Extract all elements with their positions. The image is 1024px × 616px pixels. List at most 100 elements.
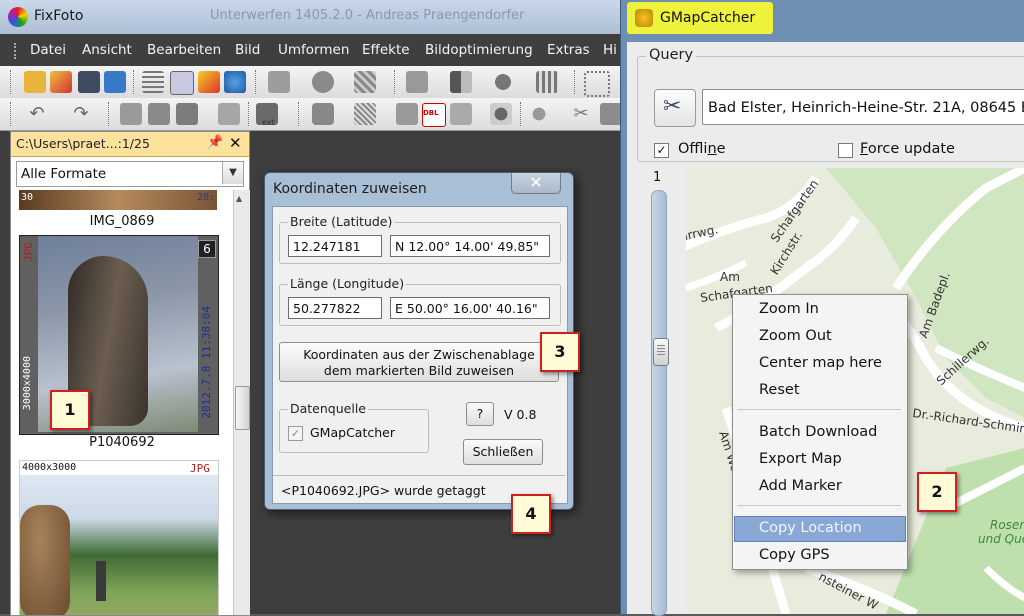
lasso-icon[interactable] [312,71,334,93]
thumbnail-caption: IMG_0869 [89,214,155,229]
thumbnail-list: 30 20: IMG_0869 JPG 3000x4000 6 2012.7.8… [11,190,233,615]
resize-icon[interactable] [198,71,220,93]
menu-bearbeiten[interactable]: Bearbeiten [147,42,221,58]
dither-icon[interactable] [354,103,376,125]
toolbar-separator [574,70,577,94]
menu-batch-download[interactable]: Batch Download [759,424,877,440]
menu-datei[interactable]: Datei [30,42,66,58]
menu-bild[interactable]: Bild [235,42,260,58]
split-icon[interactable] [450,71,472,93]
menu-zoom-in[interactable]: Zoom In [759,301,819,317]
menu-effekte[interactable]: Effekte [362,42,410,58]
more-icon[interactable] [600,103,622,125]
close-dialog-button[interactable]: Schließen [463,439,543,465]
zoom-slider[interactable] [651,190,667,616]
pin-icon[interactable]: 📌 [207,135,223,150]
force-update-checkbox[interactable] [838,143,853,158]
offline-label: Offline [678,141,726,157]
toolbar-separator [248,102,251,126]
menu-separator [737,409,901,410]
close-icon[interactable]: ✕ [229,134,242,152]
menu-center-map[interactable]: Center map here [759,355,882,371]
chevron-down-icon[interactable]: ▼ [222,162,243,184]
offline-checkbox[interactable]: ✓ [654,143,669,158]
frame-icon[interactable] [584,71,610,97]
undo-icon[interactable]: ↶ [26,103,48,125]
toolbar-row-2: ↶ ↷ ext DBL ✂ [0,98,626,131]
grid-icon[interactable] [536,71,558,93]
record-icon[interactable] [490,103,512,125]
latitude-decimal-field[interactable]: 12.247181 [288,235,382,257]
merge-icon[interactable] [396,103,418,125]
street-label: und Que [978,532,1024,546]
tools-button[interactable]: ✂ [654,89,696,127]
list-icon[interactable] [142,71,164,93]
zoom-slider-handle[interactable] [653,338,669,366]
panel-header: C:\Users\praet...:1/25 📌 ✕ [11,132,249,157]
dbl-icon[interactable]: DBL [422,103,446,127]
format-filter-select[interactable]: Alle Formate ▼ [16,161,244,187]
open-folder-icon[interactable] [24,71,46,93]
longitude-decimal-field[interactable]: 50.277822 [288,297,382,319]
thumb-date-label: 2012.7.8 11:38:04 [200,306,213,419]
save-icon[interactable] [78,71,100,93]
pages-icon[interactable] [218,103,240,125]
circle-icon[interactable] [492,71,514,93]
gmapcatcher-checkbox[interactable]: ✓ [288,426,303,441]
assign-from-clipboard-button[interactable]: Koordinaten aus der Zwischenablage dem m… [279,342,559,382]
fixfoto-title-extra: Unterwerfen 1405.2.0 - Andreas Praengend… [210,8,525,23]
help-button[interactable]: ? [466,402,494,426]
copy-icon[interactable] [120,103,142,125]
eye-icon[interactable] [528,103,550,125]
close-file-icon[interactable] [50,71,72,93]
menu-hilfe[interactable]: Hi [603,42,617,58]
cut-icon[interactable]: ✂ [570,103,592,125]
menu-add-marker[interactable]: Add Marker [759,478,842,494]
fixfoto-titlebar[interactable]: FixFoto Unterwerfen 1405.2.0 - Andreas P… [0,0,626,34]
thumbnail-garden[interactable]: 4000x3000 JPG [19,460,219,615]
toolbar-separator [520,102,523,126]
settings-gear-icon[interactable] [224,71,246,93]
menu-copy-location[interactable]: Copy Location [759,520,862,536]
ext-label: ext [262,118,275,127]
menu-extras[interactable]: Extras [547,42,590,58]
thumbnail-img-0869[interactable]: 30 20: [19,190,217,210]
menu-bildoptimierung[interactable]: Bildoptimierung [425,42,533,58]
toolbar-grip [10,70,13,94]
rounded-icon[interactable] [312,103,334,125]
scroll-up-icon[interactable]: ▲ [236,194,242,203]
menu-zoom-out[interactable]: Zoom Out [759,328,832,344]
gmapcatcher-titlebar[interactable]: GMapCatcher [627,2,773,34]
print-icon[interactable] [170,71,194,95]
longitude-dms-field[interactable]: E 50.00° 16.00' 40.16" [390,297,550,319]
fixfoto-menubar: Datei Ansicht Bearbeiten Bild Umformen E… [0,36,626,64]
menu-export-map[interactable]: Export Map [759,451,842,467]
disk-icon[interactable] [176,103,198,125]
assign-line-2: dem markierten Bild zuweisen [323,363,515,378]
toolbar-separator [298,102,301,126]
format-value: Alle Formate [21,166,107,182]
thumb-size-label: 4000x3000 [22,462,77,473]
menu-umformen[interactable]: Umformen [278,42,349,58]
crop-icon[interactable] [406,71,428,93]
redo-icon[interactable]: ↷ [70,103,92,125]
latitude-dms-field[interactable]: N 12.00° 14.00' 49.85" [390,235,550,257]
send-icon[interactable] [104,71,126,93]
select-icon[interactable] [268,71,290,93]
query-input[interactable]: Bad Elster, Heinrich-Heine-Str. 21A, 086… [702,89,1024,125]
noise-icon[interactable] [354,71,376,93]
menu-ansicht[interactable]: Ansicht [82,42,132,58]
gmapcatcher-source-label: GMapCatcher [310,425,395,440]
assign-line-1: Koordinaten aus der Zwischenablage [303,347,535,362]
panel-scrollbar[interactable]: ▲ [233,190,250,615]
menu-reset[interactable]: Reset [759,382,800,398]
toolbar-separator [394,70,397,94]
layers-icon[interactable] [450,103,472,125]
scroll-thumb[interactable] [235,386,250,430]
dialog-title: Koordinaten zuweisen [273,181,427,197]
menu-copy-gps[interactable]: Copy GPS [759,547,830,563]
dialog-close-button[interactable]: ✕ [511,173,561,194]
fixfoto-title: FixFoto [34,8,84,24]
thumbnail-p1040692[interactable]: JPG 3000x4000 6 2012.7.8 11:38:04 [19,235,219,435]
paste-icon[interactable] [148,103,170,125]
